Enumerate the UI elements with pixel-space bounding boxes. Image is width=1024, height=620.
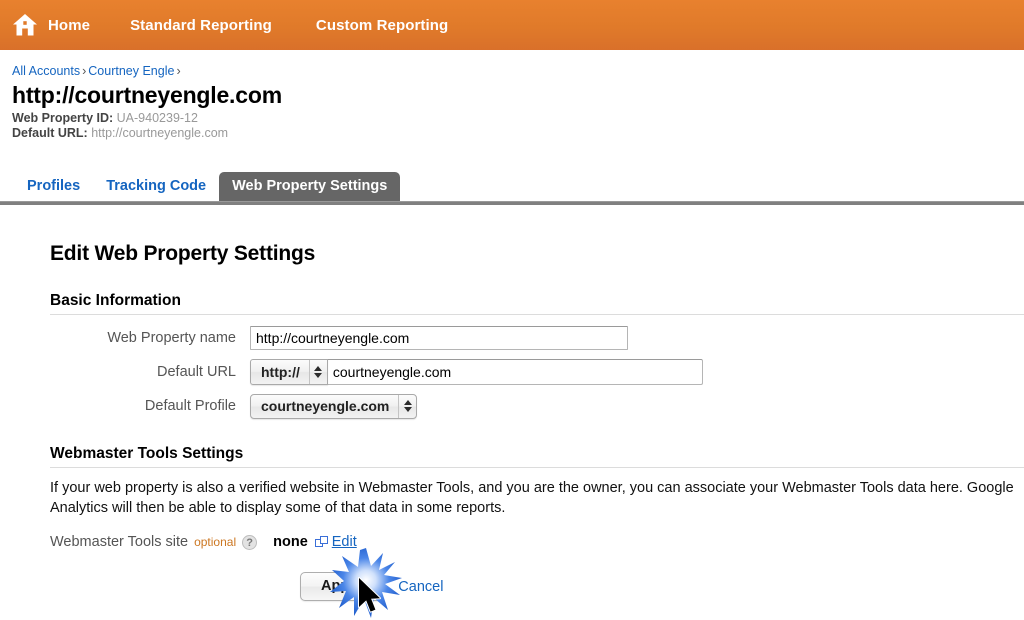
webmaster-tools-site-row: Webmaster Tools site optional ? none Edi… <box>50 534 1024 550</box>
section-divider <box>50 314 1024 315</box>
default-profile-select[interactable]: courtneyengle.com <box>250 393 418 419</box>
page-title: http://courtneyengle.com <box>12 82 282 108</box>
default-url-field-label: Default URL <box>157 364 236 380</box>
tab-tracking-code-label: Tracking Code <box>106 178 207 194</box>
form-actions: Apply Cancel <box>50 572 1024 601</box>
account-header: All Accounts › Courtney Engle › http://cour… <box>0 50 1024 141</box>
apply-button[interactable]: Apply <box>300 572 383 601</box>
breadcrumb-item-all-accounts[interactable]: All Accounts <box>12 64 80 78</box>
nav-item-standard-reporting-label: Standard Reporting <box>130 16 272 34</box>
nav-item-home[interactable]: Home <box>12 0 108 50</box>
nav-item-standard-reporting[interactable]: Standard Reporting <box>108 0 294 50</box>
breadcrumb-separator: › <box>176 64 181 78</box>
default-profile-selected-value: courtneyengle.com <box>261 397 390 414</box>
breadcrumb: All Accounts › Courtney Engle › <box>12 63 1024 79</box>
nav-item-custom-reporting[interactable]: Custom Reporting <box>294 0 470 50</box>
basic-information-heading: Basic Information <box>50 292 181 309</box>
url-protocol-selected-value: http:// <box>261 364 300 380</box>
tab-bar-divider <box>0 201 1024 205</box>
default-url-value: http://courtneyengle.com <box>91 126 229 140</box>
webmaster-tools-description: If your web property is also a verified … <box>50 480 1014 516</box>
breadcrumb-item-courtney-engle[interactable]: Courtney Engle <box>88 64 174 78</box>
default-url-input[interactable] <box>327 359 703 385</box>
default-url-label: Default URL: <box>12 126 88 140</box>
web-property-name-input[interactable] <box>250 326 628 350</box>
default-url-group: http:// <box>250 359 703 385</box>
webmaster-tools-heading: Webmaster Tools Settings <box>50 445 244 462</box>
webmaster-tools-edit-link[interactable]: Edit <box>332 534 357 550</box>
nav-item-custom-reporting-label: Custom Reporting <box>315 16 449 34</box>
home-icon <box>13 14 37 36</box>
tab-web-property-settings[interactable]: Web Property Settings <box>219 172 401 201</box>
help-question-icon[interactable]: ? <box>242 534 258 550</box>
chevron-updown-icon <box>398 394 416 418</box>
tab-bar: Profiles Tracking Code Web Property Sett… <box>0 172 1024 201</box>
tab-profiles-label: Profiles <box>27 178 81 194</box>
default-profile-label: Default Profile <box>144 398 236 414</box>
tab-web-property-settings-label: Web Property Settings <box>232 178 388 194</box>
webmaster-tools-site-label: Webmaster Tools site <box>50 534 189 550</box>
optional-badge: optional <box>194 535 237 549</box>
breadcrumb-separator: › <box>82 64 87 78</box>
cancel-link[interactable]: Cancel <box>398 579 443 595</box>
tab-profiles[interactable]: Profiles <box>14 172 93 201</box>
web-property-id-line: Web Property ID: UA-940239-12 <box>12 111 1024 126</box>
section-divider <box>50 467 1024 468</box>
field-row-default-url: Default URL http:// <box>50 359 1024 385</box>
top-navigation-bar: Home Standard Reporting Custom Reporting <box>0 0 1024 50</box>
field-row-default-profile: Default Profile courtneyengle.com <box>50 393 1024 419</box>
main-content: Edit Web Property Settings Basic Informa… <box>0 210 1024 601</box>
webmaster-tools-site-value: none <box>273 534 308 550</box>
form-title: Edit Web Property Settings <box>50 242 316 265</box>
external-link-icon <box>314 536 328 548</box>
tab-tracking-code[interactable]: Tracking Code <box>93 172 219 201</box>
web-property-name-label: Web Property name <box>107 330 236 346</box>
url-protocol-select[interactable]: http:// <box>250 359 328 385</box>
webmaster-tools-section: Webmaster Tools Settings If your web pro… <box>50 445 1024 601</box>
web-property-id-value: UA-940239-12 <box>116 111 198 125</box>
chevron-updown-icon <box>308 360 327 384</box>
field-row-web-property-name: Web Property name <box>50 325 1024 351</box>
nav-item-home-label: Home <box>48 16 91 34</box>
web-property-id-label: Web Property ID: <box>12 111 114 125</box>
default-url-line: Default URL: http://courtneyengle.com <box>12 126 1024 141</box>
